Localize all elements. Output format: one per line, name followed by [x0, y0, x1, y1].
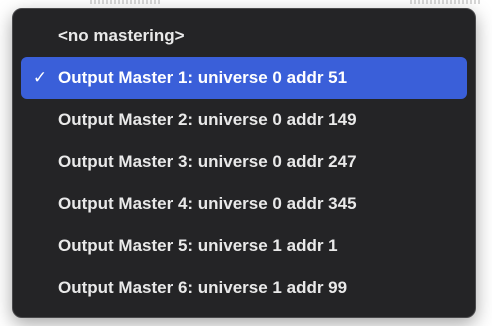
menu-item-label: Output Master 1: universe 0 addr 51	[58, 68, 348, 87]
menu-item-label: Output Master 3: universe 0 addr 247	[58, 152, 357, 171]
checkmark-icon: ✓	[32, 68, 48, 87]
menu-item-output-master-1[interactable]: ✓ Output Master 1: universe 0 addr 51	[21, 57, 467, 99]
menu-item-no-mastering[interactable]: <no mastering>	[21, 15, 467, 57]
background-dotted-line	[90, 0, 160, 4]
output-master-dropdown-menu: <no mastering> ✓ Output Master 1: univer…	[12, 8, 476, 318]
menu-item-output-master-6[interactable]: Output Master 6: universe 1 addr 99	[21, 267, 467, 309]
menu-item-label: Output Master 2: universe 0 addr 149	[58, 110, 357, 129]
menu-item-label: <no mastering>	[58, 26, 185, 45]
menu-item-output-master-2[interactable]: Output Master 2: universe 0 addr 149	[21, 99, 467, 141]
menu-item-output-master-5[interactable]: Output Master 5: universe 1 addr 1	[21, 225, 467, 267]
background-dotted-line	[410, 0, 480, 4]
menu-item-output-master-4[interactable]: Output Master 4: universe 0 addr 345	[21, 183, 467, 225]
menu-item-output-master-3[interactable]: Output Master 3: universe 0 addr 247	[21, 141, 467, 183]
menu-item-label: Output Master 6: universe 1 addr 99	[58, 278, 348, 297]
menu-item-label: Output Master 4: universe 0 addr 345	[58, 194, 357, 213]
menu-item-label: Output Master 5: universe 1 addr 1	[58, 236, 338, 255]
